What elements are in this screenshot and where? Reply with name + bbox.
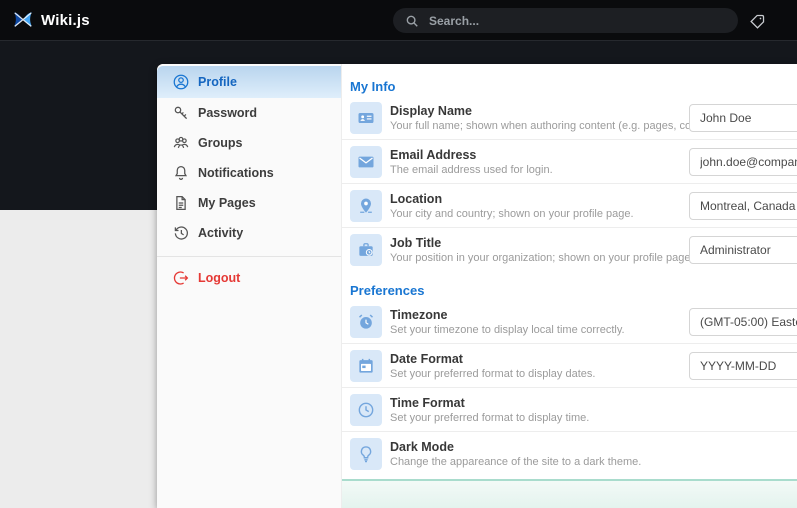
sidebar-item-label: Password [198,106,258,120]
search-bar [393,8,738,33]
field-description: Change the appareance of the site to a d… [390,455,642,468]
sidebar-item-label: Activity [198,226,244,240]
sidebar-item-label: Notifications [198,166,274,180]
field-label: Dark Mode [390,439,454,454]
tag-icon [749,14,764,29]
sidebar-item-groups[interactable]: Groups [157,128,341,158]
account-circle-icon [173,74,189,90]
save-bar-strip [342,479,797,508]
profile-sidebar: Profile Password Groups Notifications My… [157,64,341,508]
field-row-timezone: Timezone Set your timezone to display lo… [342,300,797,344]
clock-icon [350,394,382,426]
field-row-job-title: Job Title Your position in your organiza… [342,228,797,272]
display-name-input[interactable] [689,104,797,132]
date-format-input[interactable] [689,352,797,380]
timezone-input[interactable] [689,308,797,336]
field-row-display-name: Display Name Your full name; shown when … [342,96,797,140]
account-group-icon [173,136,189,149]
browse-tags-button[interactable] [745,9,769,33]
search-input[interactable] [427,12,726,29]
field-row-date-format: Date Format Set your preferred format to… [342,344,797,388]
sidebar-item-my-pages[interactable]: My Pages [157,188,341,218]
sidebar-item-label: My Pages [198,196,256,210]
job-title-input[interactable] [689,236,797,264]
logo-link[interactable]: Wiki.js [12,9,90,31]
sidebar-divider [157,256,341,257]
section-title-my-info: My Info [350,79,396,94]
field-row-time-format: Time Format Set your preferred format to… [342,388,797,432]
wiki-js-profile-page: Wiki.js Profile [0,0,797,508]
field-description: Set your timezone to display local time … [390,323,625,336]
field-label: Location [390,191,443,206]
id-card-icon [350,102,382,134]
calendar-icon [350,350,382,382]
sidebar-item-logout[interactable]: Logout [157,263,341,293]
field-label: Email Address [390,147,477,162]
field-label: Timezone [390,307,448,322]
profile-content: My Info Display Name Your full name; sho… [341,64,797,508]
lightbulb-icon [350,438,382,470]
field-label: Date Format [390,351,463,366]
app-title: Wiki.js [41,11,90,29]
field-description: Set your preferred format to display dat… [390,367,596,380]
sidebar-item-activity[interactable]: Activity [157,218,341,248]
field-label: Job Title [390,235,442,250]
field-description: The email address used for login. [390,163,553,176]
field-row-email: Email Address The email address used for… [342,140,797,184]
file-document-icon [176,195,186,211]
search-icon [406,15,418,27]
sidebar-item-label: Groups [198,136,243,150]
profile-card: Profile Password Groups Notifications My… [157,64,797,508]
sidebar-item-label: Profile [198,75,237,89]
email-icon [350,146,382,178]
sidebar-item-profile[interactable]: Profile [157,66,341,98]
section-title-preferences: Preferences [350,283,425,298]
field-row-location: Location Your city and country; shown on… [342,184,797,228]
field-row-dark-mode: Dark Mode Change the appareance of the s… [342,432,797,476]
history-icon [174,226,188,240]
sidebar-item-password[interactable]: Password [157,98,341,128]
key-icon [174,106,188,120]
location-input[interactable] [689,192,797,220]
field-label: Time Format [390,395,465,410]
briefcase-icon [350,234,382,266]
sidebar-item-notifications[interactable]: Notifications [157,158,341,188]
top-app-bar: Wiki.js [0,0,797,40]
field-description: Set your preferred format to display tim… [390,411,590,424]
field-description: Your position in your organization; show… [390,251,694,264]
sidebar-item-label: Logout [198,271,241,285]
logout-icon [173,271,189,285]
email-input[interactable] [689,148,797,176]
map-marker-icon [350,190,382,222]
bell-icon [174,165,188,180]
alarm-clock-icon [350,306,382,338]
field-description: Your city and country; shown on your pro… [390,207,634,220]
wikijs-butterfly-logo-icon [12,9,34,31]
